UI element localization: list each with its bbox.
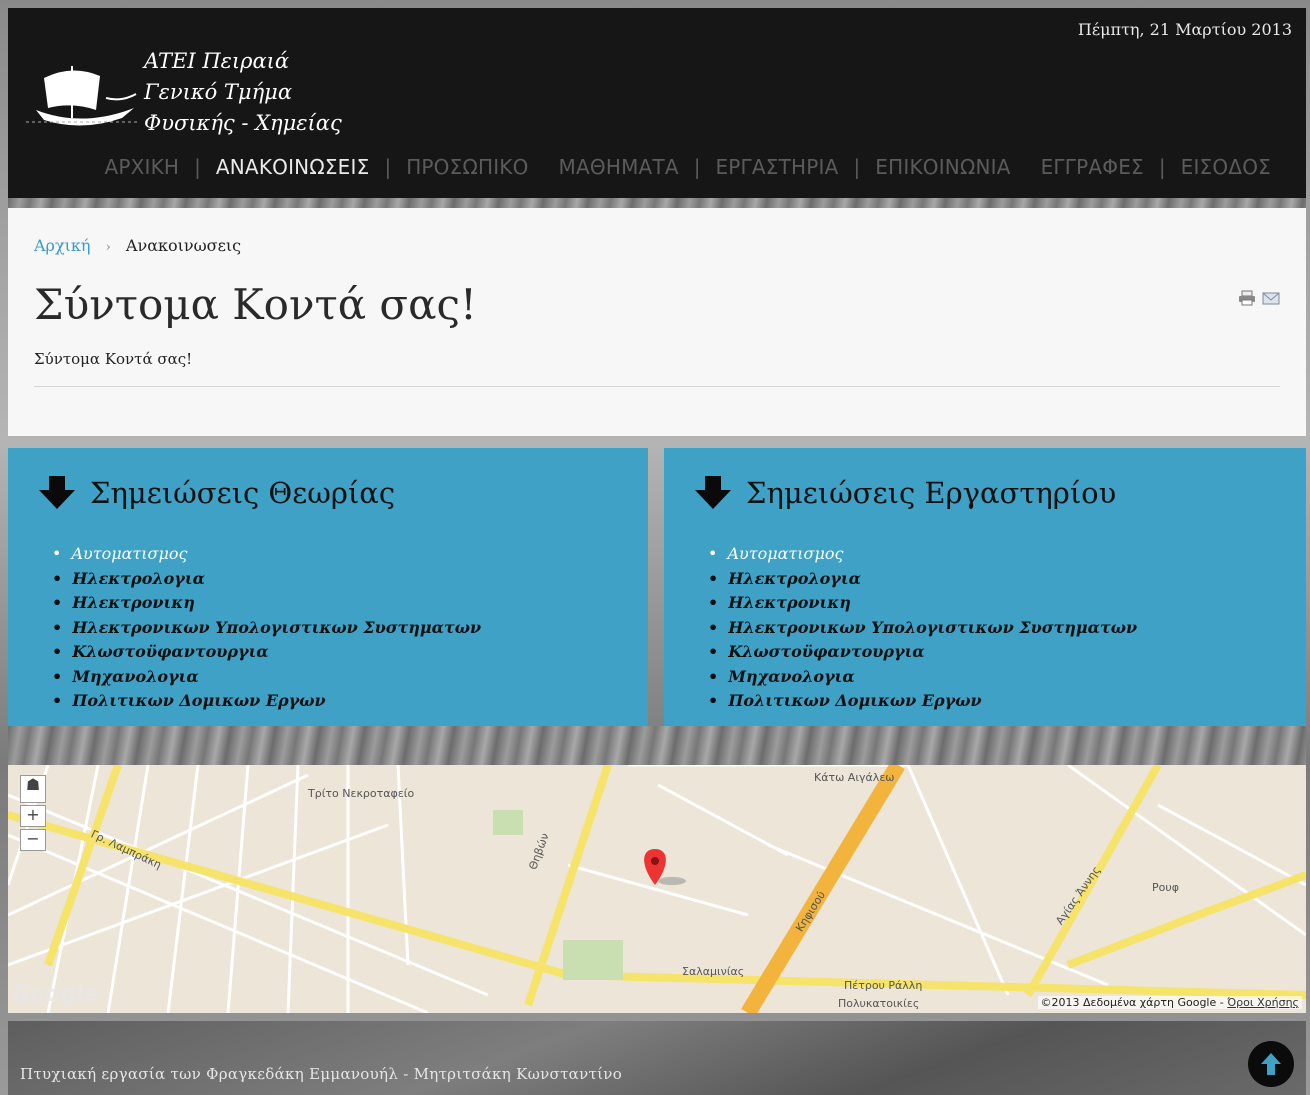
- email-icon[interactable]: [1262, 290, 1280, 306]
- theory-note-link[interactable]: Ηλεκτρονικη: [52, 591, 481, 616]
- map-pegman-icon[interactable]: ☗: [20, 775, 46, 803]
- nav-item-staff[interactable]: ΠΡΟΣΩΠΙΚΟ: [391, 155, 543, 179]
- lab-notes-title: Σημειώσεις Εργαστηρίου: [746, 476, 1117, 510]
- nav-divider: |: [693, 155, 701, 179]
- rock-divider: [8, 726, 1306, 765]
- arrow-down-icon: [39, 476, 75, 509]
- back-to-top-button[interactable]: [1248, 1041, 1294, 1087]
- nav-item-labs[interactable]: ΕΡΓΑΣΤΗΡΙΑ: [700, 155, 853, 179]
- page-title: Σύντομα Κοντά σας!: [34, 280, 477, 329]
- theory-notes-title: Σημειώσεις Θεωρίας: [90, 476, 396, 510]
- map-label: Ρουφ: [1152, 881, 1179, 894]
- theory-note-link[interactable]: Ηλεκτρονικων Υπολογιστικων Συστηματων: [52, 616, 481, 641]
- lab-notes-panel: Σημειώσεις Εργαστηρίου Αυτοματισμος Ηλεκ…: [664, 448, 1306, 726]
- map-attribution-text: ©2013 Δεδομένα χάρτη Google -: [1040, 996, 1228, 1009]
- nav-item-courses[interactable]: ΜΑΘΗΜΑΤΑ: [544, 155, 694, 179]
- logo-line: ATEI Πειραιά: [144, 49, 290, 73]
- map-label: Σαλαμινίας: [682, 965, 745, 978]
- lab-notes-heading: Σημειώσεις Εργαστηρίου: [694, 476, 1116, 510]
- zoom-out-button[interactable]: −: [20, 829, 46, 851]
- map-label: Κάτω Αιγάλεω: [814, 771, 895, 784]
- site-header: ATEI Πειραιά Γενικό Τμήμα Φυσικής - Χημε…: [8, 8, 1306, 198]
- print-icon[interactable]: [1238, 290, 1256, 306]
- map-label: Πέτρου Ράλλη: [844, 979, 923, 992]
- nav-divider: |: [1158, 155, 1166, 179]
- map-roads: [8, 765, 1306, 1013]
- theory-note-link[interactable]: Ηλεκτρολογια: [52, 567, 481, 592]
- theory-note-link[interactable]: Πολιτικων Δομικων Εργων: [52, 689, 481, 714]
- nav-divider: |: [853, 155, 861, 179]
- current-date: Πέμπτη, 21 Μαρτίου 2013: [1077, 20, 1292, 39]
- nav-item-login[interactable]: ΕΙΣΟΔΟΣ: [1166, 155, 1286, 179]
- map-terms-link[interactable]: Όροι Χρήσης: [1227, 996, 1299, 1009]
- nav-divider: |: [194, 155, 201, 179]
- location-map[interactable]: ☗ + − Τρίτο Νεκροταφείο Κάτω Αιγάλεω Γρ.…: [8, 765, 1306, 1013]
- zoom-in-button[interactable]: +: [20, 805, 46, 827]
- lab-notes-list: Αυτοματισμος Ηλεκτρολογια Ηλεκτρονικη Ηλ…: [708, 542, 1137, 714]
- breadcrumb-separator-icon: ›: [105, 240, 111, 255]
- logo-line: Φυσικής - Χημείας: [144, 111, 342, 135]
- theory-note-link[interactable]: Μηχανολογια: [52, 665, 481, 690]
- theory-note-link[interactable]: Κλωστοϋφαντουργια: [52, 640, 481, 665]
- footer-credits: Πτυχιακή εργασία των Φραγκεδάκη Εμμανουή…: [20, 1065, 623, 1083]
- logo-text: ATEI Πειραιά Γενικό Τμήμα Φυσικής - Χημε…: [144, 46, 342, 139]
- nav-item-announcements[interactable]: ΑΝΑΚΟΙΝΩΣΕΙΣ: [201, 155, 385, 179]
- map-attribution: ©2013 Δεδομένα χάρτη Google - Όροι Χρήση…: [1037, 996, 1302, 1009]
- breadcrumb: Αρχική › Ανακοινωσεις: [34, 236, 241, 255]
- lab-note-link[interactable]: Ηλεκτρονικη: [708, 591, 1137, 616]
- map-zoom-control: ☗ + −: [20, 775, 46, 853]
- lab-note-link[interactable]: Ηλεκτρονικων Υπολογιστικων Συστηματων: [708, 616, 1137, 641]
- map-label: Τρίτο Νεκροταφείο: [308, 787, 415, 800]
- breadcrumb-home-link[interactable]: Αρχική: [34, 236, 91, 255]
- lab-note-link[interactable]: Μηχανολογια: [708, 665, 1137, 690]
- nav-item-home[interactable]: ΑΡΧΙΚΗ: [89, 155, 194, 179]
- page: ATEI Πειραιά Γενικό Τμήμα Φυσικής - Χημε…: [8, 8, 1306, 1095]
- theory-note-link[interactable]: Αυτοματισμος: [52, 542, 481, 567]
- google-logo[interactable]: Google: [12, 982, 99, 1007]
- theory-notes-panel: Σημειώσεις Θεωρίας Αυτοματισμος Ηλεκτρολ…: [8, 448, 648, 726]
- site-logo[interactable]: ATEI Πειραιά Γενικό Τμήμα Φυσικής - Χημε…: [22, 46, 352, 146]
- logo-line: Γενικό Τμήμα: [144, 80, 292, 104]
- lab-note-link[interactable]: Ηλεκτρολογια: [708, 567, 1137, 592]
- nav-divider: |: [384, 155, 392, 179]
- theory-notes-heading: Σημειώσεις Θεωρίας: [38, 476, 395, 510]
- main-nav: ΑΡΧΙΚΗ | ΑΝΑΚΟΙΝΩΣΕΙΣ | ΠΡΟΣΩΠΙΚΟ ΜΑΘΗΜΑ…: [89, 155, 1286, 179]
- site-footer: Πτυχιακή εργασία των Φραγκεδάκη Εμμανουή…: [8, 1021, 1306, 1095]
- article-tools: [1238, 290, 1280, 306]
- main-content: Αρχική › Ανακοινωσεις Σύντομα Κοντά σας!…: [8, 208, 1306, 436]
- lab-note-link[interactable]: Αυτοματισμος: [708, 542, 1137, 567]
- theory-notes-list: Αυτοματισμος Ηλεκτρολογια Ηλεκτρονικη Ηλ…: [52, 542, 481, 714]
- arrow-down-icon: [695, 476, 731, 509]
- ship-logo-icon: [26, 66, 138, 126]
- nav-item-registrations[interactable]: ΕΓΓΡΑΦΕΣ: [1026, 155, 1159, 179]
- map-label: Πολυκατοικίες: [838, 997, 920, 1010]
- nav-item-contact[interactable]: ΕΠΙΚΟΙΝΩΝΙΑ: [860, 155, 1025, 179]
- arrow-up-icon: [1261, 1053, 1281, 1075]
- article-body: Σύντομα Κοντά σας!: [34, 350, 193, 368]
- lab-note-link[interactable]: Πολιτικων Δομικων Εργων: [708, 689, 1137, 714]
- breadcrumb-current: Ανακοινωσεις: [125, 236, 242, 255]
- rock-divider: [8, 198, 1306, 208]
- divider: [34, 386, 1280, 387]
- lab-note-link[interactable]: Κλωστοϋφαντουργια: [708, 640, 1137, 665]
